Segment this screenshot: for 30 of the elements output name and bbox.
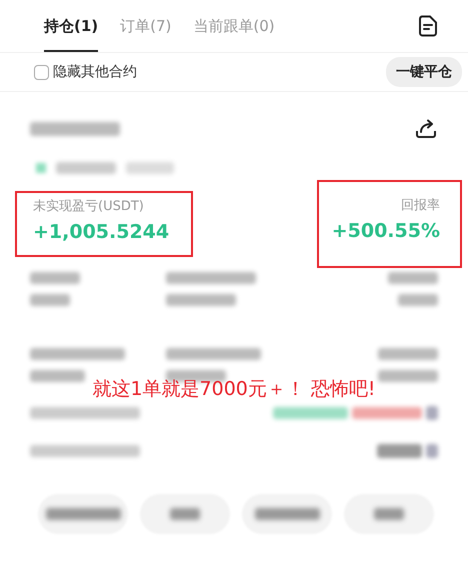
blurred-text bbox=[426, 406, 438, 420]
blurred-text bbox=[398, 294, 438, 306]
blurred-button[interactable] bbox=[38, 494, 128, 534]
blurred-text bbox=[166, 294, 236, 306]
annotation-text: 就这1单就是7000元＋！ 恐怖吧! bbox=[92, 377, 376, 402]
checkbox[interactable] bbox=[34, 64, 49, 80]
blurred-text bbox=[388, 272, 438, 284]
blurred-text bbox=[56, 162, 116, 174]
blurred-button[interactable] bbox=[344, 494, 434, 534]
checkbox-label: 隐藏其他合约 bbox=[53, 63, 137, 81]
blurred-button[interactable] bbox=[140, 494, 230, 534]
blurred-button[interactable] bbox=[242, 494, 332, 534]
blurred-text bbox=[352, 407, 422, 419]
share-icon[interactable] bbox=[414, 118, 438, 140]
blurred-text bbox=[30, 294, 70, 306]
stat-value: +500.55% bbox=[332, 220, 440, 242]
blurred-text bbox=[30, 272, 80, 284]
blurred-text bbox=[378, 348, 438, 360]
tab[interactable]: 持仓(1) bbox=[44, 0, 98, 52]
blurred-text bbox=[30, 370, 85, 382]
blurred-text bbox=[426, 444, 438, 458]
blurred-text bbox=[126, 162, 174, 174]
stat-value: +1,005.5244 bbox=[33, 221, 170, 243]
close-all-button[interactable]: 一键平仓 bbox=[386, 57, 462, 87]
blurred-text bbox=[378, 370, 438, 382]
stat-label: 未实现盈亏(USDT) bbox=[33, 198, 145, 215]
document-icon[interactable] bbox=[418, 15, 438, 37]
blurred-text bbox=[377, 444, 422, 458]
stat-label: 回报率 bbox=[401, 197, 440, 214]
blurred-icon bbox=[36, 163, 46, 173]
